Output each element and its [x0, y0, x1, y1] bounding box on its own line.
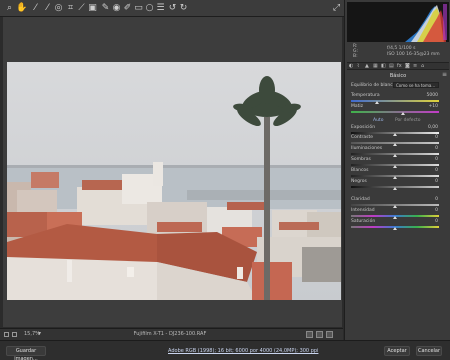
tint-label: Matiz	[351, 104, 364, 109]
tab-effects-icon[interactable]: fx	[397, 64, 402, 69]
tab-hsl-icon[interactable]: ▦	[373, 64, 378, 69]
slider-label: Claridad	[351, 197, 370, 202]
status-bar: 15,7% ▾ Fujifilm X-T1 - DJ236-100.RAF	[0, 328, 343, 340]
panel-menu-icon[interactable]: ≡	[442, 71, 447, 78]
tint-value[interactable]: +10	[429, 104, 439, 109]
tab-tone-curve-icon[interactable]: ⌇	[357, 64, 362, 69]
slider-thumb[interactable]	[393, 176, 397, 179]
image-canvas[interactable]	[3, 17, 342, 327]
graduated-filter-tool-icon[interactable]: ▭	[133, 3, 144, 14]
panel-tabs: ◐ ⌇ ▲ ▦ ◧ ▤ fx ◙ ≡ ⌂	[347, 62, 449, 70]
adjustments-panel: R: G: B: f/4,5 1/100 s ISO 100 16-35@23 …	[344, 0, 450, 340]
fullscreen-icon[interactable]: ⤢	[331, 3, 342, 14]
before-after-y-icon[interactable]	[306, 331, 313, 338]
exposure-info: f/4,5 1/100 s	[387, 46, 416, 51]
histogram	[347, 2, 449, 42]
slider-label: Exposición	[351, 125, 376, 130]
slider-label: Iluminaciones	[351, 146, 383, 151]
slider-value[interactable]: 0	[435, 179, 438, 184]
temperature-thumb[interactable]	[375, 101, 379, 104]
slider-value[interactable]: 0	[435, 197, 438, 202]
temperature-value[interactable]: 5000	[427, 93, 438, 98]
slider-label: Negros	[351, 179, 367, 184]
before-after-split-icon[interactable]	[316, 331, 323, 338]
slider-value[interactable]: 0	[435, 208, 438, 213]
tint-thumb[interactable]	[401, 112, 405, 115]
tint-track[interactable]	[351, 111, 439, 113]
tab-snapshots-icon[interactable]: ⌂	[421, 64, 426, 69]
hand-tool-icon[interactable]: ✋	[16, 3, 27, 14]
straighten-tool-icon[interactable]: ⟋	[76, 3, 87, 14]
tab-detail-icon[interactable]: ▲	[365, 64, 370, 69]
zoom-tool-icon[interactable]: ⌕	[4, 3, 15, 14]
slider-label: Contraste	[351, 135, 373, 140]
footer-bar: Guardar imagen... Adobe RGB (1998); 16 b…	[0, 340, 450, 360]
slider-label: Sombras	[351, 157, 371, 162]
slider-label: Saturación	[351, 219, 376, 224]
radial-filter-tool-icon[interactable]: ○	[144, 3, 155, 14]
color-sampler-tool-icon[interactable]: ⁄	[42, 3, 53, 14]
auto-link[interactable]: Auto	[373, 118, 383, 123]
rotate-left-icon[interactable]: ↺	[167, 3, 178, 14]
spot-removal-tool-icon[interactable]: ✎	[100, 3, 111, 14]
slider-value[interactable]: 0	[435, 219, 438, 224]
tab-split-toning-icon[interactable]: ◧	[381, 64, 386, 69]
temperature-track[interactable]	[351, 100, 439, 102]
red-eye-tool-icon[interactable]: ◉	[111, 3, 122, 14]
chevron-down-icon[interactable]: ▾	[38, 330, 41, 337]
slider-label: Intensidad	[351, 208, 375, 213]
zoom-in-icon[interactable]	[12, 332, 17, 337]
swap-settings-icon[interactable]	[326, 331, 333, 338]
tab-basic-icon[interactable]: ◐	[349, 64, 354, 69]
adjustment-brush-tool-icon[interactable]: ✐	[122, 3, 133, 14]
slider-thumb[interactable]	[393, 216, 397, 219]
slider-value[interactable]: 0,00	[428, 125, 438, 130]
cancel-button[interactable]: Cancelar	[416, 346, 442, 356]
lens-info: ISO 100 16-35@23 mm	[387, 52, 440, 57]
workflow-options-link[interactable]: Adobe RGB (1998); 16 bit; 6000 por 4000 …	[168, 348, 318, 354]
slider-thumb[interactable]	[393, 205, 397, 208]
slider-thumb[interactable]	[393, 165, 397, 168]
transform-tool-icon[interactable]: ▣	[87, 3, 98, 14]
tab-camera-icon[interactable]: ◙	[405, 64, 410, 69]
slider-value[interactable]: 0	[435, 168, 438, 173]
tab-lens-icon[interactable]: ▤	[389, 64, 394, 69]
slider-thumb[interactable]	[393, 227, 397, 230]
slider-value[interactable]: 0	[435, 157, 438, 162]
slider-thumb[interactable]	[393, 187, 397, 190]
preferences-tool-icon[interactable]: ☰	[155, 3, 166, 14]
targeted-adjustment-tool-icon[interactable]: ◎	[53, 3, 64, 14]
open-button[interactable]: Aceptar	[384, 346, 410, 356]
section-title: Básico	[389, 73, 407, 79]
rotate-right-icon[interactable]: ↻	[178, 3, 189, 14]
slider-thumb[interactable]	[393, 143, 397, 146]
slider-value[interactable]: 0	[435, 146, 438, 151]
slider-value[interactable]: 0	[435, 135, 438, 140]
tab-presets-icon[interactable]: ≡	[413, 64, 418, 69]
filename: Fujifilm X-T1 - DJ236-100.RAF	[133, 331, 207, 337]
white-balance-tool-icon[interactable]: ⁄	[30, 3, 41, 14]
readout: R: G: B: f/4,5 1/100 s ISO 100 16-35@23 …	[347, 43, 449, 61]
default-link[interactable]: Por defecto	[395, 118, 421, 123]
zoom-out-icon[interactable]	[4, 332, 9, 337]
slider-label: Blancos	[351, 168, 369, 173]
photo-preview	[7, 62, 341, 300]
crop-tool-icon[interactable]: ⌗	[65, 3, 76, 14]
save-image-button[interactable]: Guardar imagen...	[6, 346, 46, 360]
slider-thumb[interactable]	[393, 154, 397, 157]
wb-select[interactable]: Como se ha toma...	[393, 82, 439, 88]
temperature-label: Temperatura	[351, 93, 380, 98]
slider-thumb[interactable]	[393, 133, 397, 136]
b-label: B:	[353, 54, 358, 59]
